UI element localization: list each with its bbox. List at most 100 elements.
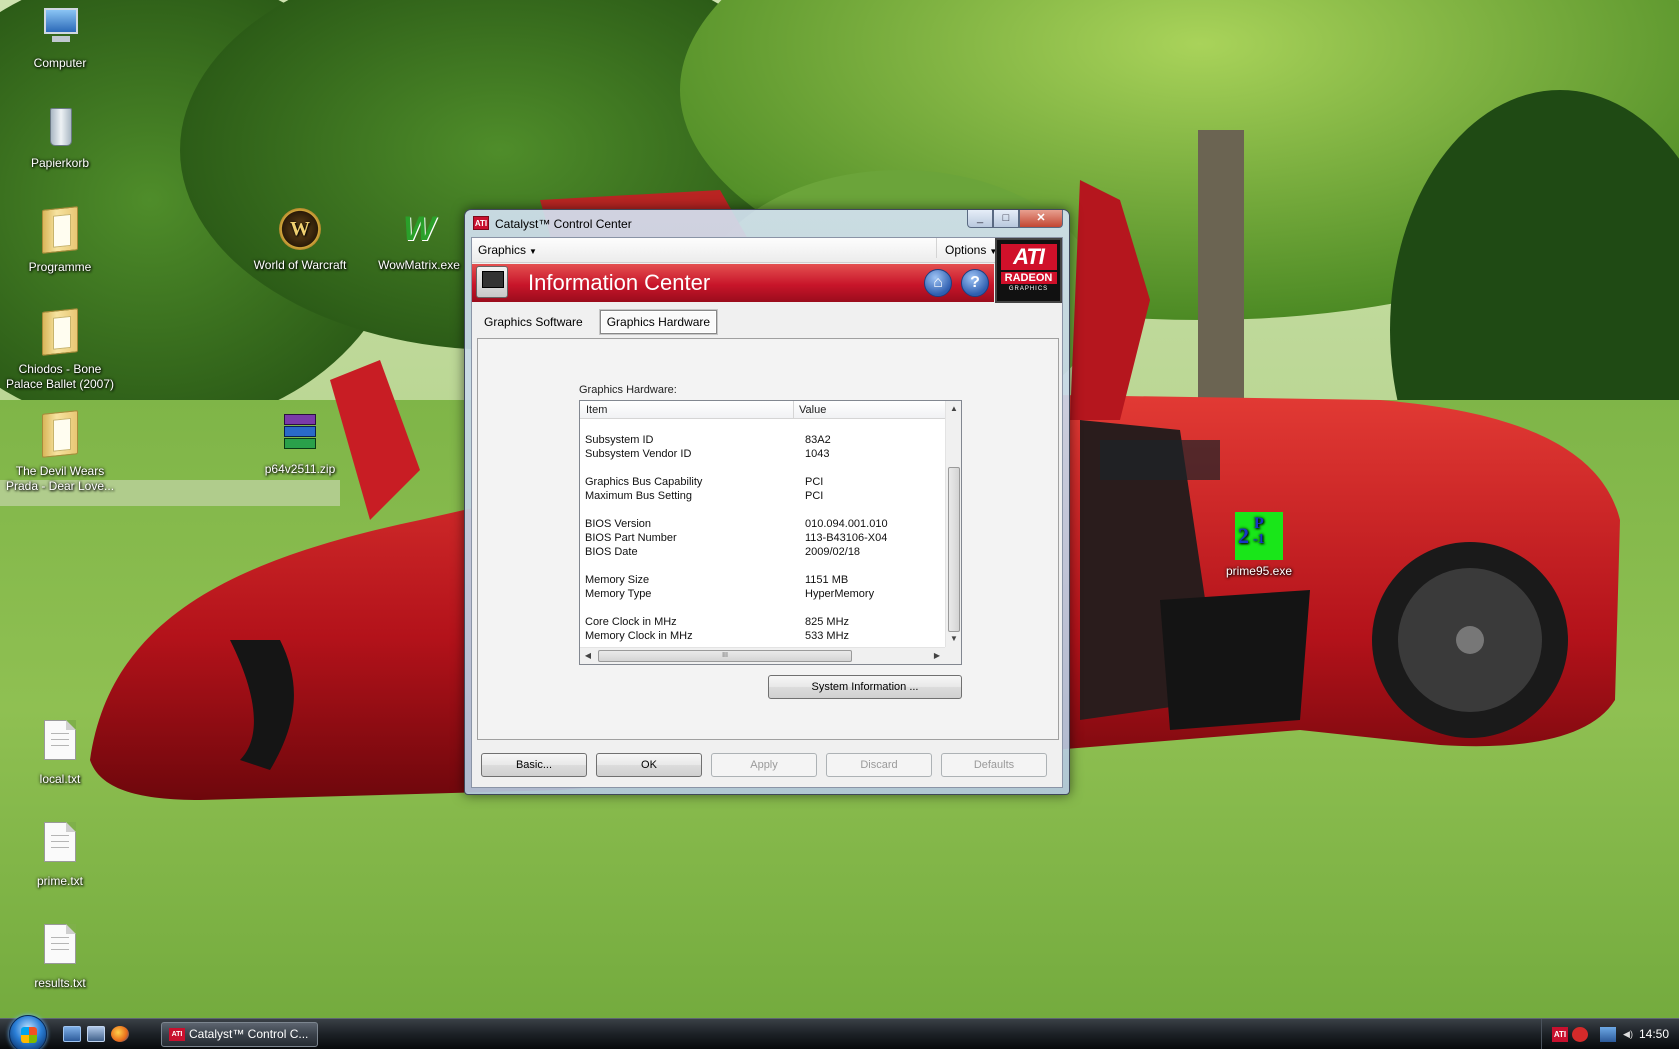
desktop-icon-computer[interactable]: Computer xyxy=(0,4,120,71)
desktop-icon-label: local.txt xyxy=(39,772,81,786)
winrar-archive-icon xyxy=(276,410,324,458)
show-desktop-icon[interactable] xyxy=(63,1026,81,1042)
taskbar: ATI Catalyst™ Control C... ATI ◀) 14:50 xyxy=(0,1015,1679,1049)
folder-icon xyxy=(36,206,84,256)
desktop-icon-devil-wears-prada[interactable]: The Devil Wears Prada - Dear Love... xyxy=(0,410,120,494)
item-value: 1043 xyxy=(805,448,830,460)
desktop-icon-recycle-bin[interactable]: Papierkorb xyxy=(0,104,120,171)
desktop-icon-prime95[interactable]: 2 P -1 prime95.exe xyxy=(1199,512,1319,579)
text-file-icon xyxy=(36,822,84,870)
list-item[interactable]: Core Clock in MHz 825 MHz xyxy=(580,616,945,630)
network-icon[interactable] xyxy=(1600,1027,1616,1042)
tab-panel: Graphics Hardware: Item Value Subsystem … xyxy=(477,338,1059,740)
title-bar[interactable]: ATI Catalyst™ Control Center _ □ ✕ xyxy=(471,210,1063,235)
page-title: Information Center xyxy=(528,270,711,295)
home-button[interactable]: ⌂ xyxy=(924,269,952,297)
switch-windows-icon[interactable] xyxy=(87,1026,105,1042)
start-button[interactable] xyxy=(9,1015,47,1049)
volume-icon[interactable]: ◀) xyxy=(1620,1027,1636,1042)
desktop-icon-label: Chiodos - Bone Palace Ballet (2007) xyxy=(5,362,115,391)
catalyst-control-center-window: ATI Catalyst™ Control Center _ □ ✕ Graph… xyxy=(464,209,1070,795)
menu-graphics[interactable]: Graphics ▼ xyxy=(478,243,537,257)
desktop-icon-label: WowMatrix.exe xyxy=(378,258,460,272)
ati-logo-graphics: GRAPHICS xyxy=(1008,286,1049,292)
item-value: 825 MHz xyxy=(805,616,850,628)
tab-graphics-hardware[interactable]: Graphics Hardware xyxy=(599,310,718,334)
help-button[interactable]: ? xyxy=(961,269,989,297)
catalyst-tray-icon[interactable] xyxy=(1572,1027,1588,1042)
folder-icon xyxy=(36,410,84,460)
scroll-left-icon[interactable]: ◀ xyxy=(580,648,596,664)
item-value: HyperMemory xyxy=(805,588,875,600)
item-value: 533 MHz xyxy=(805,630,850,642)
list-item[interactable]: BIOS Date 2009/02/18 xyxy=(580,546,945,560)
list-item[interactable]: BIOS Version 010.094.001.010 xyxy=(580,518,945,532)
list-item[interactable]: Subsystem Vendor ID 1043 xyxy=(580,448,945,462)
desktop-icon-label: Programme xyxy=(28,260,92,274)
maximize-button[interactable]: □ xyxy=(993,210,1019,228)
horizontal-scrollbar[interactable]: ◀ III ▶ xyxy=(580,647,945,664)
ati-app-icon: ATI xyxy=(473,216,489,230)
desktop-icon-label: Computer xyxy=(33,56,87,70)
item-name: Subsystem ID xyxy=(585,434,654,446)
minimize-button[interactable]: _ xyxy=(967,210,993,228)
item-name: Subsystem Vendor ID xyxy=(585,448,692,460)
system-information-button[interactable]: System Information ... xyxy=(768,675,962,699)
clock[interactable]: 14:50 xyxy=(1639,1027,1669,1041)
column-divider[interactable] xyxy=(793,401,794,419)
scroll-down-icon[interactable]: ▼ xyxy=(946,631,962,647)
list-item[interactable]: Memory Type HyperMemory xyxy=(580,588,945,602)
taskbar-button-catalyst[interactable]: ATI Catalyst™ Control C... xyxy=(161,1022,318,1047)
list-item[interactable]: Maximum Bus Setting PCI xyxy=(580,490,945,504)
ati-radeon-logo: ATI RADEON GRAPHICS xyxy=(995,238,1062,303)
horizontal-scroll-thumb[interactable]: III xyxy=(598,650,852,662)
recycle-bin-icon xyxy=(36,104,84,152)
warcraft-icon: W xyxy=(276,206,324,254)
desktop-icon-world-of-warcraft[interactable]: W World of Warcraft xyxy=(240,206,360,273)
list-item[interactable]: Memory Size 1151 MB xyxy=(580,574,945,588)
wowmatrix-icon: W xyxy=(402,210,436,248)
desktop-icon-programme[interactable]: Programme xyxy=(0,206,120,275)
hardware-info-list[interactable]: Item Value Subsystem ID 83A2 Subsystem Ve… xyxy=(579,400,962,665)
chevron-down-icon: ▼ xyxy=(529,247,537,256)
desktop-icon-results-txt[interactable]: results.txt xyxy=(0,920,120,991)
window-client-area: Graphics ▼ Options ▼ ATI RADEON GRAPHICS I… xyxy=(471,237,1063,788)
item-value: 010.094.001.010 xyxy=(805,518,888,530)
tab-graphics-software[interactable]: Graphics Software xyxy=(477,310,590,334)
list-item[interactable]: Graphics Bus Capability PCI xyxy=(580,476,945,490)
scroll-right-icon[interactable]: ▶ xyxy=(929,648,945,664)
discard-button[interactable]: Discard xyxy=(826,753,932,777)
item-value: PCI xyxy=(805,490,824,502)
menu-options-label: Options xyxy=(945,243,987,257)
desktop-icon-prime-txt[interactable]: prime.txt xyxy=(0,818,120,889)
vertical-scrollbar[interactable]: ▲ ▼ xyxy=(945,401,961,647)
scroll-up-icon[interactable]: ▲ xyxy=(946,401,962,417)
desktop-icon-local-txt[interactable]: local.txt xyxy=(0,716,120,787)
list-item[interactable]: BIOS Part Number 113-B43106-X04 xyxy=(580,532,945,546)
firefox-icon[interactable] xyxy=(111,1026,129,1042)
list-item[interactable]: Subsystem ID 83A2 xyxy=(580,434,945,448)
ati-tray-icon[interactable]: ATI xyxy=(1552,1027,1568,1042)
text-file-icon xyxy=(36,720,84,768)
ok-button[interactable]: OK xyxy=(596,753,702,777)
basic-button[interactable]: Basic... xyxy=(481,753,587,777)
column-header-item[interactable]: Item xyxy=(586,404,607,416)
list-header: Item Value xyxy=(580,401,945,419)
item-value: 1151 MB xyxy=(805,574,849,586)
ati-logo-brand: ATI xyxy=(1000,244,1057,270)
desktop-icon-p64v2511-zip[interactable]: p64v2511.zip xyxy=(240,410,360,477)
desktop-icon-label: The Devil Wears Prada - Dear Love... xyxy=(5,464,115,493)
system-tray: ATI ◀) 14:50 xyxy=(1541,1019,1679,1049)
item-value: PCI xyxy=(805,476,824,488)
vertical-scroll-thumb[interactable] xyxy=(948,467,960,632)
apply-button[interactable]: Apply xyxy=(711,753,817,777)
list-item[interactable]: Memory Clock in MHz 533 MHz xyxy=(580,630,945,644)
desktop-icon-wowmatrix[interactable]: W WowMatrix.exe xyxy=(359,206,479,273)
defaults-button[interactable]: Defaults xyxy=(941,753,1047,777)
item-value: 83A2 xyxy=(805,434,831,446)
desktop-icon-label: World of Warcraft xyxy=(253,258,347,272)
close-button[interactable]: ✕ xyxy=(1019,210,1063,228)
desktop-icon-chiodos[interactable]: Chiodos - Bone Palace Ballet (2007) xyxy=(0,308,120,392)
column-header-value[interactable]: Value xyxy=(799,404,826,416)
menu-options[interactable]: Options ▼ xyxy=(936,238,997,258)
